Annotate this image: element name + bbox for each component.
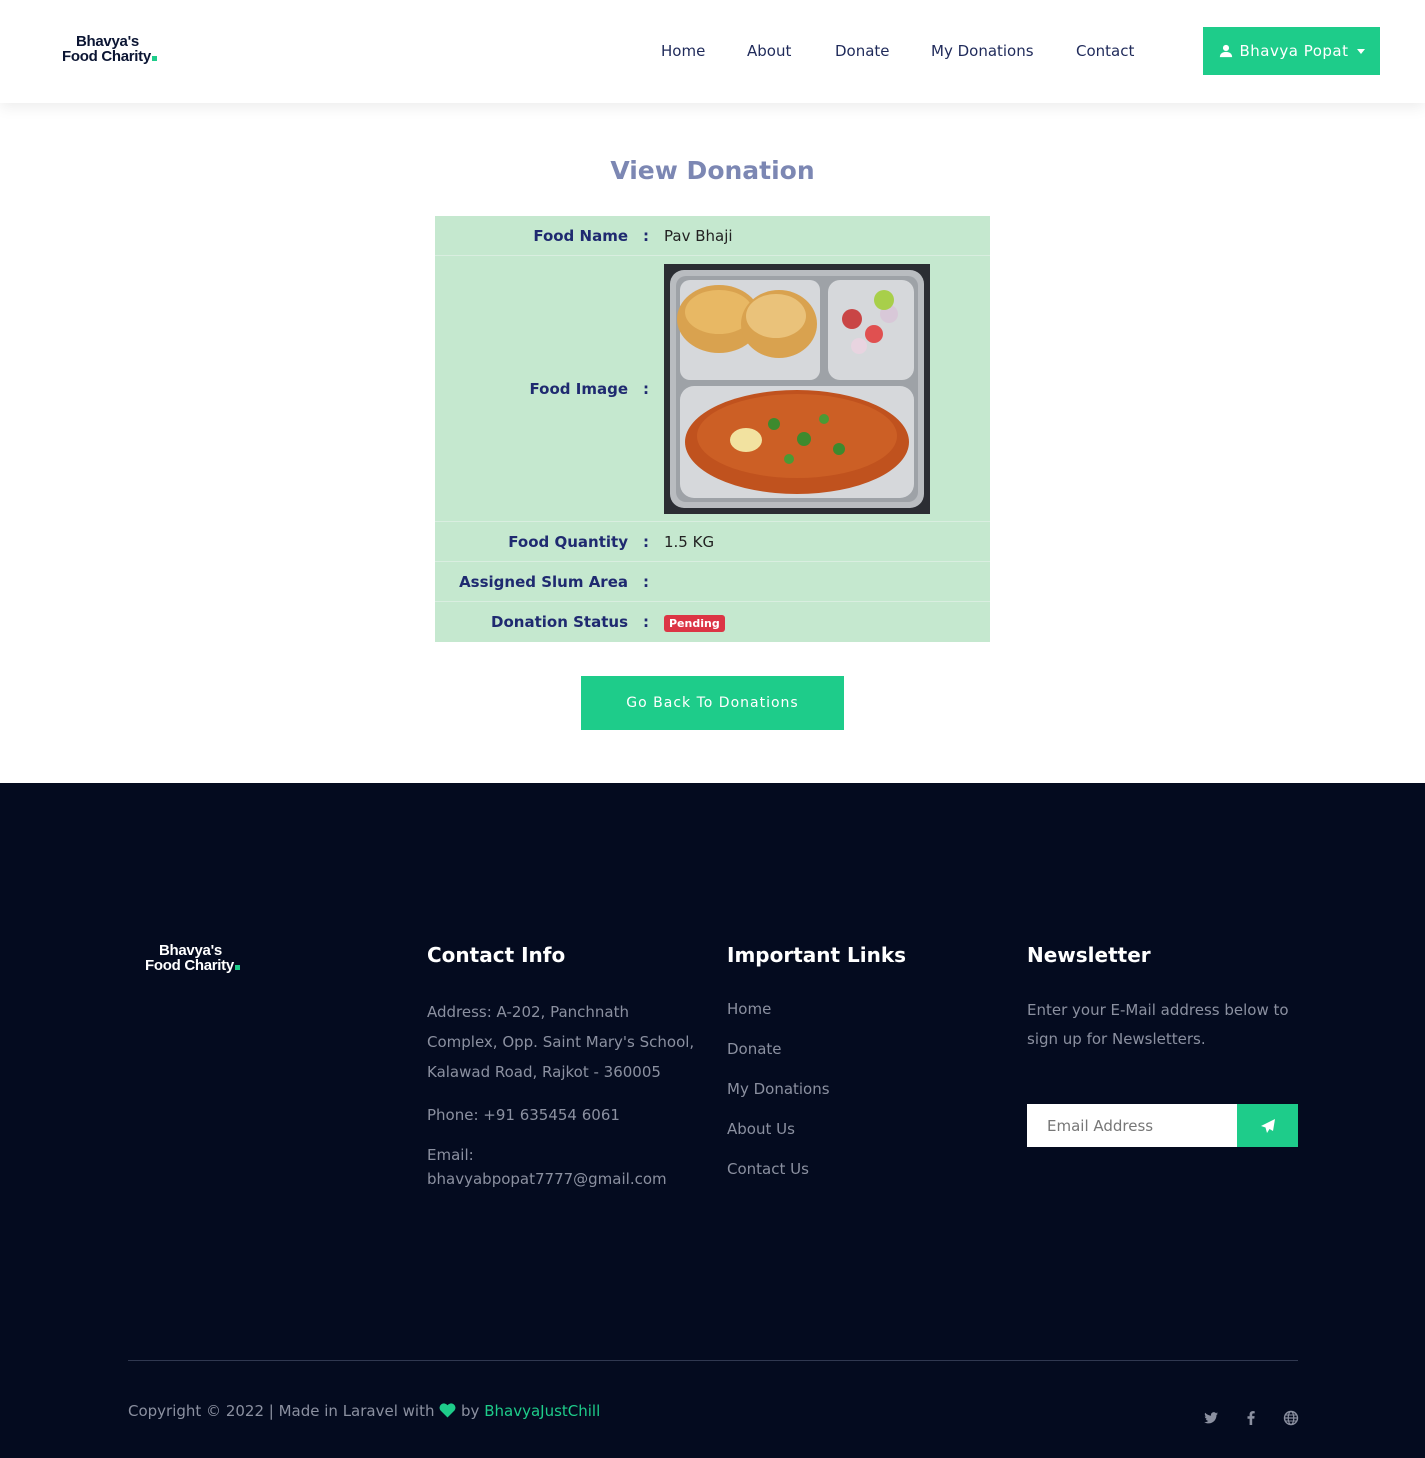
food-quantity-value: 1.5 KG [664,532,715,551]
newsletter-email-input[interactable] [1027,1104,1237,1147]
footer-logo[interactable]: Bhavya's Food Charity [145,943,255,973]
footer-divider [128,1360,1298,1361]
nav-my-donations[interactable]: My Donations [931,42,1034,60]
separator: : [643,613,649,631]
footer-logo-line-2: Food Charity [145,958,255,973]
newsletter-submit-button[interactable] [1237,1104,1298,1147]
contact-phone: Phone: +91 635454 6061 [427,1106,620,1124]
page-title: View Donation [610,156,815,185]
back-to-donations-button[interactable]: Go Back To Donations [581,676,844,730]
food-image-cell [664,263,990,514]
row-food-quantity: Food Quantity : 1.5 KG [435,522,990,562]
contact-email-block: Email: bhavyabpopat7777@gmail.com [427,1143,667,1191]
food-quantity-label: Food Quantity [508,532,628,551]
nav-donate[interactable]: Donate [835,42,890,60]
contact-info-heading: Contact Info [427,943,566,967]
copyright: Copyright © 2022 | Made in Laravel with … [128,1402,600,1420]
logo-dot [234,965,240,970]
footer-logo-line-1: Bhavya's [159,942,222,959]
status-badge: Pending [664,614,725,632]
chevron-down-icon [1356,49,1365,54]
food-image-label: Food Image [529,379,628,398]
important-links-heading: Important Links [727,943,907,967]
logo-line-2: Food Charity [62,49,172,64]
footer-link-donate[interactable]: Donate [727,1040,782,1058]
newsletter-heading: Newsletter [1027,943,1151,967]
row-donation-status: Donation Status : Pending [435,602,990,642]
author-link[interactable]: BhavyaJustChill [484,1402,600,1420]
food-image [664,263,930,514]
food-name-label: Food Name [533,226,628,245]
twitter-icon[interactable] [1203,1410,1219,1426]
logo-line-1: Bhavya's [76,33,139,50]
separator: : [643,379,649,398]
contact-address: Address: A-202, Panchnath Complex, Opp. … [427,1003,695,1081]
donation-details-table: Food Name : Pav Bhaji Food Image : Food … [435,216,990,642]
slum-area-label: Assigned Slum Area [459,572,628,591]
newsletter-form [1027,1104,1298,1147]
contact-email-label: Email: [427,1146,474,1164]
nav-contact[interactable]: Contact [1076,42,1134,60]
footer-link-home[interactable]: Home [727,1000,771,1018]
footer-link-contact-us[interactable]: Contact Us [727,1160,809,1178]
row-food-name: Food Name : Pav Bhaji [435,216,990,256]
user-menu-button[interactable]: Bhavya Popat [1203,27,1380,75]
nav-home[interactable]: Home [661,42,705,60]
user-icon [1219,44,1232,58]
site-footer: Bhavya's Food Charity Contact Info Addre… [0,783,1425,1458]
separator: : [643,532,649,551]
donation-status-cell: Pending [664,613,990,632]
logo-dot [151,56,157,61]
paper-plane-icon [1260,1118,1275,1133]
heart-icon [439,1403,456,1418]
nav-about[interactable]: About [747,42,791,60]
row-slum-area: Assigned Slum Area : [435,562,990,602]
contact-email[interactable]: bhavyabpopat7777@gmail.com [427,1170,667,1188]
footer-link-about-us[interactable]: About Us [727,1120,795,1138]
food-name-value: Pav Bhaji [664,226,733,245]
separator: : [643,572,649,591]
newsletter-text: Enter your E-Mail address below to sign … [1027,1001,1289,1048]
donation-status-label: Donation Status [491,613,628,631]
user-name: Bhavya Popat [1239,42,1349,60]
globe-icon[interactable] [1283,1410,1299,1426]
separator: : [643,226,649,245]
copyright-by: by [461,1402,480,1420]
row-food-image: Food Image : [435,256,990,522]
facebook-icon[interactable] [1243,1410,1259,1426]
copyright-text: Copyright © 2022 | Made in Laravel with [128,1402,435,1420]
site-header: Bhavya's Food Charity Home About Donate … [0,0,1425,103]
site-logo[interactable]: Bhavya's Food Charity [62,34,172,70]
footer-link-my-donations[interactable]: My Donations [727,1080,830,1098]
